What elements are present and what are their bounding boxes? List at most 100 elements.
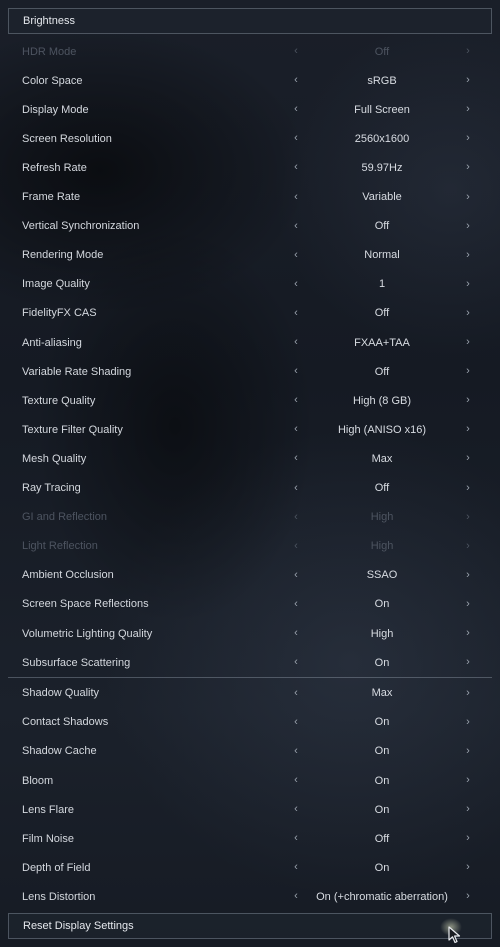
- setting-row-volumetric-lighting-quality[interactable]: Volumetric Lighting Quality ‹ High ›: [8, 619, 492, 648]
- reset-display-settings-button[interactable]: Reset Display Settings: [8, 913, 492, 939]
- chevron-right-icon[interactable]: ›: [462, 655, 474, 669]
- setting-label: Display Mode: [22, 103, 89, 116]
- chevron-right-icon[interactable]: ›: [462, 626, 474, 640]
- chevron-right-icon[interactable]: ›: [462, 102, 474, 116]
- setting-row-ambient-occlusion[interactable]: Ambient Occlusion ‹ SSAO ›: [8, 561, 492, 590]
- chevron-right-icon[interactable]: ›: [462, 131, 474, 145]
- chevron-left-icon[interactable]: ‹: [290, 686, 302, 700]
- setting-row-light-reflection: Light Reflection ‹ High ›: [8, 532, 492, 561]
- setting-row-color-space[interactable]: Color Space ‹ sRGB ›: [8, 66, 492, 95]
- chevron-right-icon[interactable]: ›: [462, 219, 474, 233]
- chevron-left-icon[interactable]: ‹: [290, 744, 302, 758]
- chevron-left-icon[interactable]: ‹: [290, 655, 302, 669]
- setting-row-bloom[interactable]: Bloom ‹ On ›: [8, 766, 492, 795]
- chevron-right-icon[interactable]: ›: [462, 73, 474, 87]
- chevron-right-icon[interactable]: ›: [462, 715, 474, 729]
- setting-value: Off: [374, 220, 390, 233]
- setting-row-image-quality[interactable]: Image Quality ‹ 1 ›: [8, 270, 492, 299]
- setting-row-texture-quality[interactable]: Texture Quality ‹ High (8 GB) ›: [8, 386, 492, 415]
- chevron-left-icon[interactable]: ‹: [290, 364, 302, 378]
- brightness-button[interactable]: Brightness: [8, 8, 492, 34]
- setting-row-screen-space-reflections[interactable]: Screen Space Reflections ‹ On ›: [8, 590, 492, 619]
- chevron-right-icon[interactable]: ›: [462, 306, 474, 320]
- chevron-left-icon[interactable]: ‹: [290, 219, 302, 233]
- chevron-right-icon[interactable]: ›: [462, 860, 474, 874]
- chevron-left-icon[interactable]: ‹: [290, 773, 302, 787]
- setting-row-frame-rate[interactable]: Frame Rate ‹ Variable ›: [8, 183, 492, 212]
- chevron-right-icon[interactable]: ›: [462, 802, 474, 816]
- chevron-left-icon[interactable]: ‹: [290, 73, 302, 87]
- setting-row-subsurface-scattering[interactable]: Subsurface Scattering ‹ On ›: [8, 648, 492, 677]
- chevron-right-icon[interactable]: ›: [462, 160, 474, 174]
- setting-row-lens-flare[interactable]: Lens Flare ‹ On ›: [8, 795, 492, 824]
- chevron-left-icon[interactable]: ‹: [290, 715, 302, 729]
- chevron-left-icon[interactable]: ‹: [290, 831, 302, 845]
- chevron-left-icon[interactable]: ‹: [290, 597, 302, 611]
- chevron-left-icon[interactable]: ‹: [290, 102, 302, 116]
- setting-row-variable-rate-shading[interactable]: Variable Rate Shading ‹ Off ›: [8, 357, 492, 386]
- setting-label: Rendering Mode: [22, 249, 104, 262]
- chevron-left-icon[interactable]: ‹: [290, 568, 302, 582]
- setting-label: Contact Shadows: [22, 716, 109, 729]
- chevron-right-icon[interactable]: ›: [462, 190, 474, 204]
- chevron-right-icon[interactable]: ›: [462, 831, 474, 845]
- setting-value: Off: [374, 307, 390, 320]
- setting-value: 59.97Hz: [361, 161, 403, 174]
- chevron-right-icon[interactable]: ›: [462, 773, 474, 787]
- setting-label: Refresh Rate: [22, 161, 87, 174]
- chevron-left-icon[interactable]: ‹: [290, 248, 302, 262]
- setting-row-display-mode[interactable]: Display Mode ‹ Full Screen ›: [8, 95, 492, 124]
- setting-row-refresh-rate[interactable]: Refresh Rate ‹ 59.97Hz ›: [8, 153, 492, 182]
- setting-row-depth-of-field[interactable]: Depth of Field ‹ On ›: [8, 853, 492, 882]
- chevron-left-icon[interactable]: ‹: [290, 481, 302, 495]
- setting-label: Image Quality: [22, 278, 90, 291]
- setting-value: SSAO: [366, 569, 398, 582]
- setting-row-contact-shadows[interactable]: Contact Shadows ‹ On ›: [8, 708, 492, 737]
- setting-row-fidelityfx-cas[interactable]: FidelityFX CAS ‹ Off ›: [8, 299, 492, 328]
- chevron-right-icon: ›: [466, 45, 470, 57]
- setting-row-screen-resolution[interactable]: Screen Resolution ‹ 2560x1600 ›: [8, 124, 492, 153]
- chevron-right-icon[interactable]: ›: [462, 686, 474, 700]
- setting-label: Ambient Occlusion: [22, 569, 114, 582]
- chevron-right-icon[interactable]: ›: [462, 364, 474, 378]
- chevron-left-icon[interactable]: ‹: [290, 131, 302, 145]
- chevron-left-icon[interactable]: ‹: [290, 626, 302, 640]
- setting-row-mesh-quality[interactable]: Mesh Quality ‹ Max ›: [8, 444, 492, 473]
- chevron-left-icon[interactable]: ‹: [290, 860, 302, 874]
- chevron-right-icon[interactable]: ›: [462, 889, 474, 903]
- setting-row-rendering-mode[interactable]: Rendering Mode ‹ Normal ›: [8, 241, 492, 270]
- setting-row-vertical-synchronization[interactable]: Vertical Synchronization ‹ Off ›: [8, 212, 492, 241]
- chevron-right-icon[interactable]: ›: [462, 481, 474, 495]
- chevron-left-icon[interactable]: ‹: [290, 190, 302, 204]
- chevron-left-icon[interactable]: ‹: [290, 422, 302, 436]
- chevron-left-icon[interactable]: ‹: [290, 160, 302, 174]
- setting-row-shadow-quality[interactable]: Shadow Quality ‹ Max ›: [8, 679, 492, 708]
- chevron-right-icon: ›: [466, 510, 470, 523]
- chevron-left-icon[interactable]: ‹: [290, 306, 302, 320]
- chevron-right-icon[interactable]: ›: [462, 568, 474, 582]
- chevron-right-icon[interactable]: ›: [462, 335, 474, 349]
- chevron-left-icon[interactable]: ‹: [290, 393, 302, 407]
- chevron-left-icon[interactable]: ‹: [290, 451, 302, 465]
- setting-value: High: [370, 540, 394, 553]
- setting-row-lens-distortion[interactable]: Lens Distortion ‹ On (+chromatic aberratio…: [8, 882, 492, 911]
- chevron-right-icon[interactable]: ›: [462, 744, 474, 758]
- setting-value: 1: [378, 278, 386, 291]
- chevron-left-icon[interactable]: ‹: [290, 335, 302, 349]
- setting-row-film-noise[interactable]: Film Noise ‹ Off ›: [8, 824, 492, 853]
- setting-row-anti-aliasing[interactable]: Anti-aliasing ‹ FXAA+TAA ›: [8, 328, 492, 357]
- setting-row-gi-and-reflection: GI and Reflection ‹ High ›: [8, 503, 492, 532]
- chevron-left-icon[interactable]: ‹: [290, 802, 302, 816]
- chevron-right-icon[interactable]: ›: [462, 393, 474, 407]
- setting-row-shadow-cache[interactable]: Shadow Cache ‹ On ›: [8, 737, 492, 766]
- setting-label: Shadow Quality: [22, 687, 100, 700]
- chevron-left-icon[interactable]: ‹: [290, 277, 302, 291]
- chevron-right-icon[interactable]: ›: [462, 248, 474, 262]
- chevron-right-icon[interactable]: ›: [462, 597, 474, 611]
- setting-row-texture-filter-quality[interactable]: Texture Filter Quality ‹ High (ANISO x16) ›: [8, 415, 492, 444]
- chevron-right-icon[interactable]: ›: [462, 277, 474, 291]
- setting-row-ray-tracing[interactable]: Ray Tracing ‹ Off ›: [8, 474, 492, 503]
- chevron-right-icon[interactable]: ›: [462, 422, 474, 436]
- chevron-left-icon[interactable]: ‹: [290, 889, 302, 903]
- chevron-right-icon[interactable]: ›: [462, 451, 474, 465]
